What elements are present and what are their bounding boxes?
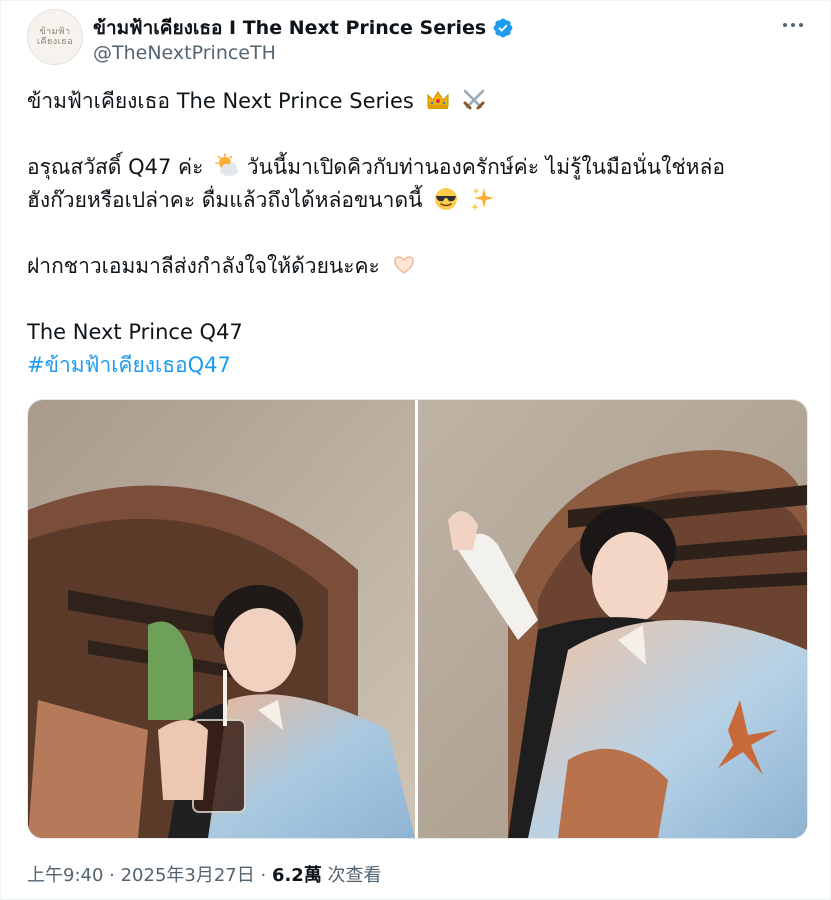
tweet-line-1-text: ข้ามฟ้าเคียงเธอ The Next Prince Series — [27, 89, 414, 113]
views-count: 6.2萬 — [271, 865, 322, 886]
tweet-line-1: ข้ามฟ้าเคียงเธอ The Next Prince Series — [27, 85, 807, 118]
tweet-line-2: อรุณสวัสดิ์ Q47 ค่ะ วันนี้มาเปิดคิวกับท่… — [27, 151, 807, 184]
sun-behind-cloud-icon — [215, 153, 239, 176]
photo-left[interactable] — [28, 400, 415, 838]
tweet-line-5: The Next Prince Q47 — [27, 320, 243, 344]
tweet-meta: 上午9:40 · 2025年3月27日 · 6.2萬 次查看 — [27, 861, 382, 887]
tweet-line-2-text: อรุณสวัสดิ์ Q47 ค่ะ — [27, 155, 204, 179]
tweet-date[interactable]: 2025年3月27日 — [121, 865, 255, 886]
meta-separator: · — [103, 865, 121, 886]
verified-badge-icon — [493, 18, 513, 38]
hashtag-link[interactable]: #ข้ามฟ้าเคียงเธอQ47 — [27, 349, 807, 382]
media-grid — [27, 399, 808, 839]
heart-hands-icon — [393, 256, 414, 274]
views-label: 次查看 — [321, 865, 382, 886]
tweet-line-3-text: ฮังก๊วยหรือเปล่าคะ ดื่มแล้วถึงได้หล่อขนา… — [27, 188, 423, 212]
sparkles-icon — [470, 188, 494, 211]
more-options-button[interactable] — [779, 11, 807, 39]
tweet-header: ข้ามฟ้า เคียงเธอ ข้ามฟ้าเคียงเธอ I The N… — [27, 9, 817, 69]
tweet-line-4: ฝากชาวเอมมาลีส่งกำลังใจให้ด้วยนะคะ — [27, 250, 807, 283]
more-dot-icon — [799, 23, 803, 27]
author-display-name[interactable]: ข้ามฟ้าเคียงเธอ I The Next Prince Series — [93, 13, 486, 43]
tweet-time[interactable]: 上午9:40 — [27, 865, 103, 886]
sunglasses-face-icon — [435, 188, 458, 210]
tweet-card: ข้ามฟ้า เคียงเธอ ข้ามฟ้าเคียงเธอ I The N… — [0, 0, 831, 900]
avatar-text-line1: ข้ามฟ้า — [39, 27, 71, 37]
meta-separator: · — [254, 865, 272, 886]
crossed-swords-icon — [463, 89, 485, 110]
tweet-line-4-text: ฝากชาวเอมมาลีส่งกำลังใจให้ด้วยนะคะ — [27, 254, 380, 278]
more-dot-icon — [791, 23, 795, 27]
crown-icon — [427, 91, 449, 109]
avatar[interactable]: ข้ามฟ้า เคียงเธอ — [27, 9, 83, 65]
tweet-line-2-continuation: วันนี้มาเปิดคิวกับท่านองครักษ์ค่ะ ไม่รู้… — [246, 155, 725, 179]
tweet-text: ข้ามฟ้าเคียงเธอ The Next Prince Series อ… — [27, 85, 807, 382]
photo-right[interactable] — [418, 400, 807, 838]
author-name-row: ข้ามฟ้าเคียงเธอ I The Next Prince Series — [93, 13, 514, 43]
author-handle[interactable]: @TheNextPrinceTH — [93, 42, 276, 64]
tweet-line-3: ฮังก๊วยหรือเปล่าคะ ดื่มแล้วถึงได้หล่อขนา… — [27, 184, 807, 217]
more-dot-icon — [783, 23, 787, 27]
avatar-text-line2: เคียงเธอ — [36, 37, 74, 47]
